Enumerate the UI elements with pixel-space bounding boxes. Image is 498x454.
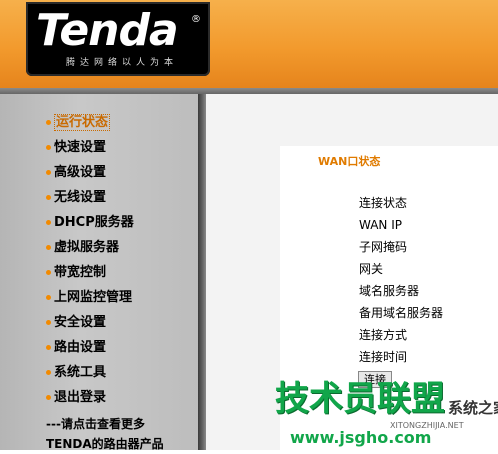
- nav-item-label: 运行状态: [54, 114, 111, 131]
- nav-item-wireless[interactable]: 无线设置: [46, 189, 134, 214]
- logo-text: Tenda: [36, 5, 179, 56]
- wan-status-list: 连接状态 WAN IP 子网掩码 网关 域名服务器 备用域名服务器 连接方式 连…: [359, 195, 443, 371]
- label-dns: 域名服务器: [359, 284, 420, 298]
- registered-mark: ®: [191, 14, 201, 25]
- bullet-icon: [46, 145, 51, 150]
- nav-menu: 运行状态 快速设置 高级设置 无线设置 DHCP服务器 虚拟服务器 带宽控制 上…: [46, 114, 134, 414]
- nav-item-label: 高级设置: [54, 165, 107, 180]
- label-connection-status: 连接状态: [359, 196, 408, 210]
- label-gateway: 网关: [359, 262, 384, 276]
- bullet-icon: [46, 395, 51, 400]
- more-products-link[interactable]: ---请点击查看更多 TENDA的路由器产品: [46, 414, 164, 454]
- bullet-icon: [46, 370, 51, 375]
- more-products-line2: TENDA的路由器产品: [46, 437, 164, 451]
- bullet-icon: [46, 295, 51, 300]
- nav-item-run-status[interactable]: 运行状态: [46, 114, 134, 139]
- bullet-icon: [46, 170, 51, 175]
- nav-item-label: 安全设置: [54, 315, 107, 330]
- bullet-icon: [46, 220, 51, 225]
- nav-item-bandwidth[interactable]: 带宽控制: [46, 264, 134, 289]
- label-connection-time: 连接时间: [359, 350, 408, 364]
- watermark-main: 技术员联盟: [275, 379, 445, 419]
- nav-item-label: 系统工具: [54, 365, 107, 380]
- header-banner: Tenda ® 腾达网络以人为本: [0, 0, 498, 88]
- left-navigation: 运行状态 快速设置 高级设置 无线设置 DHCP服务器 虚拟服务器 带宽控制 上…: [0, 94, 198, 451]
- logo-slogan: 腾达网络以人为本: [66, 58, 179, 68]
- bullet-icon: [46, 270, 51, 275]
- label-connection-type: 连接方式: [359, 328, 408, 342]
- bullet-icon: [46, 120, 51, 125]
- nav-item-label: 路由设置: [54, 340, 107, 355]
- panel-title: WAN口状态: [318, 155, 381, 168]
- nav-item-label: 虚拟服务器: [54, 240, 120, 255]
- label-backup-dns: 备用域名服务器: [359, 306, 444, 320]
- nav-item-routing[interactable]: 路由设置: [46, 339, 134, 364]
- bullet-icon: [46, 195, 51, 200]
- nav-item-security[interactable]: 安全设置: [46, 314, 134, 339]
- nav-item-label: 退出登录: [54, 390, 107, 405]
- watermark-url: www.jsgho.com: [290, 428, 432, 447]
- nav-item-virtual-server[interactable]: 虚拟服务器: [46, 239, 134, 264]
- watermark-secondary: 系统之家: [448, 399, 498, 417]
- nav-item-advanced[interactable]: 高级设置: [46, 164, 134, 189]
- tenda-logo: Tenda ® 腾达网络以人为本: [26, 2, 210, 76]
- nav-item-logout[interactable]: 退出登录: [46, 389, 134, 414]
- label-subnet-mask: 子网掩码: [359, 240, 408, 254]
- nav-separator: [198, 94, 206, 450]
- nav-item-dhcp[interactable]: DHCP服务器: [46, 214, 134, 239]
- nav-item-label: 无线设置: [54, 190, 107, 205]
- nav-item-system-tools[interactable]: 系统工具: [46, 364, 134, 389]
- nav-item-quick-setup[interactable]: 快速设置: [46, 139, 134, 164]
- nav-item-label: 上网监控管理: [54, 290, 133, 305]
- label-wan-ip: WAN IP: [359, 218, 402, 232]
- nav-item-label: 带宽控制: [54, 265, 107, 280]
- nav-item-label: DHCP服务器: [54, 215, 134, 230]
- bullet-icon: [46, 345, 51, 350]
- bullet-icon: [46, 245, 51, 250]
- bullet-icon: [46, 320, 51, 325]
- nav-item-label: 快速设置: [54, 140, 107, 155]
- nav-item-monitoring[interactable]: 上网监控管理: [46, 289, 134, 314]
- more-products-line1: ---请点击查看更多: [46, 417, 145, 431]
